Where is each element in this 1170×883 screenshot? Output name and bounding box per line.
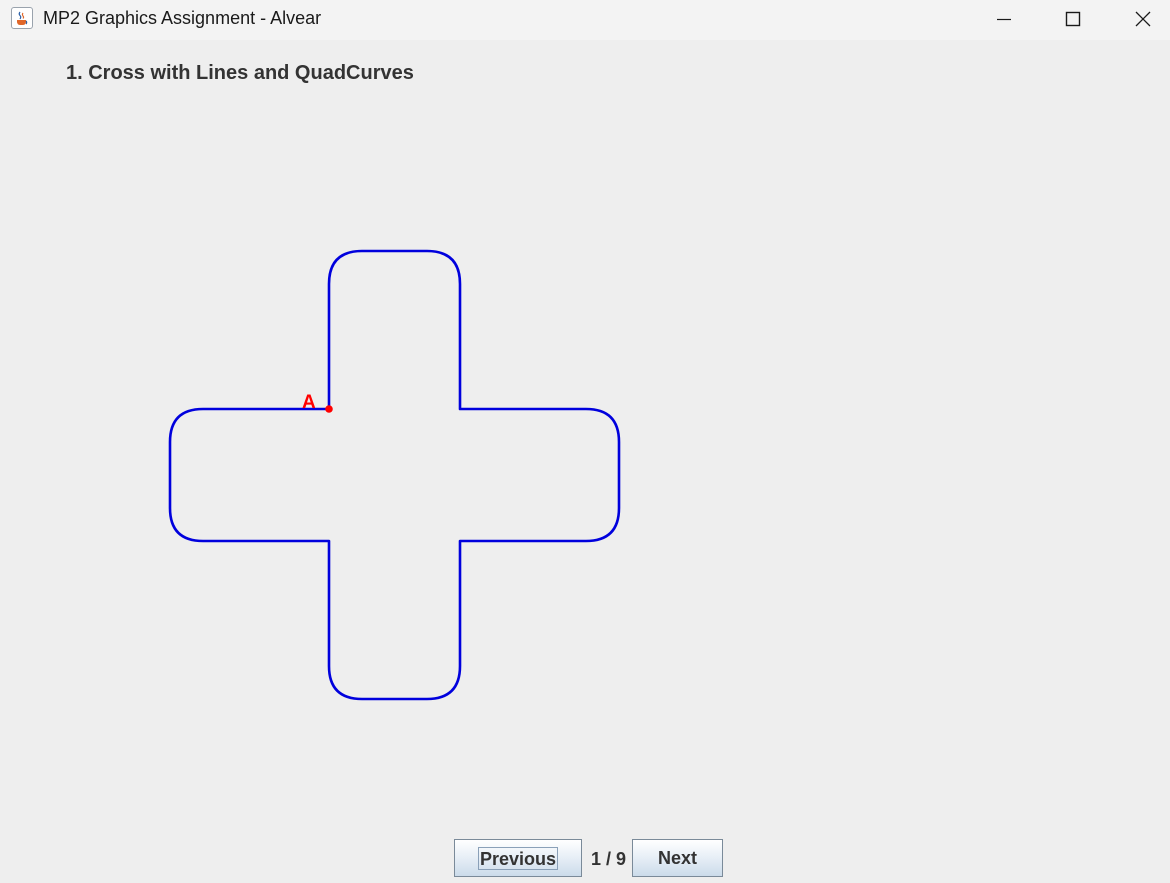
- point-a-label: A: [302, 392, 316, 413]
- minimize-button[interactable]: [969, 0, 1039, 38]
- maximize-icon: [1065, 11, 1081, 27]
- previous-button-label: Previous: [477, 846, 559, 870]
- close-button[interactable]: [1108, 0, 1170, 38]
- drawing-canvas: [168, 249, 621, 701]
- cross-shape: [168, 249, 621, 701]
- maximize-button[interactable]: [1038, 0, 1108, 38]
- point-a-marker: [325, 405, 333, 413]
- close-icon: [1135, 11, 1151, 27]
- java-coffee-cup-icon: [11, 7, 33, 29]
- app-window: MP2 Graphics Assignment - Alvear 1. Cros…: [0, 0, 1170, 883]
- page-indicator: 1 / 9: [591, 849, 627, 869]
- next-button[interactable]: Next: [632, 839, 723, 877]
- previous-button[interactable]: Previous: [454, 839, 582, 877]
- minimize-icon: [997, 18, 1011, 21]
- window-title: MP2 Graphics Assignment - Alvear: [43, 8, 322, 28]
- title-bar: MP2 Graphics Assignment - Alvear: [0, 0, 1170, 40]
